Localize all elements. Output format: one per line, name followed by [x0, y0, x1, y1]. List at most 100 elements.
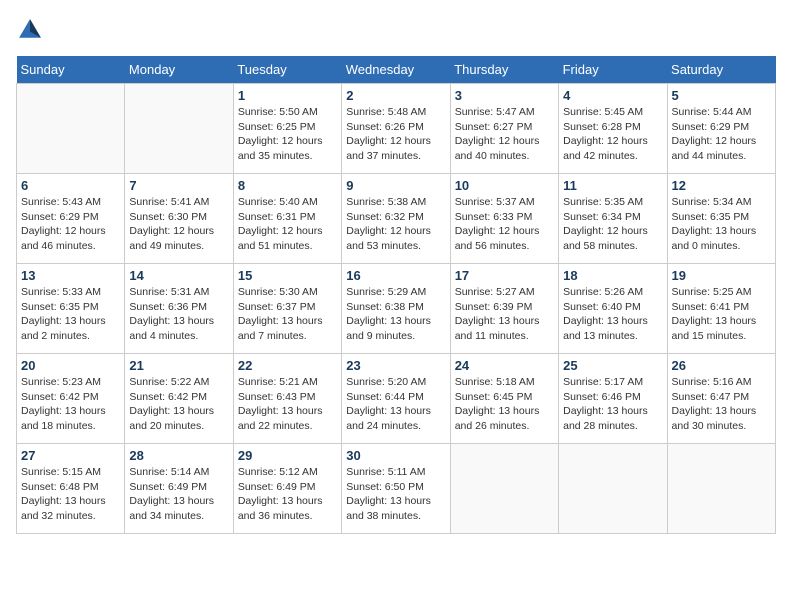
day-number: 25 — [563, 358, 662, 373]
day-header: Monday — [125, 56, 233, 84]
day-number: 9 — [346, 178, 445, 193]
calendar-day-cell: 4Sunrise: 5:45 AMSunset: 6:28 PMDaylight… — [559, 84, 667, 174]
day-number: 29 — [238, 448, 337, 463]
day-info: Sunrise: 5:16 AMSunset: 6:47 PMDaylight:… — [672, 375, 771, 434]
day-info: Sunrise: 5:15 AMSunset: 6:48 PMDaylight:… — [21, 465, 120, 524]
day-number: 2 — [346, 88, 445, 103]
day-info: Sunrise: 5:33 AMSunset: 6:35 PMDaylight:… — [21, 285, 120, 344]
calendar-day-cell: 20 Sunrise: 5:23 AMSunset: 6:42 PMDayligh… — [17, 354, 125, 444]
day-number: 24 — [455, 358, 554, 373]
day-info: Sunrise: 5:11 AMSunset: 6:50 PMDaylight:… — [346, 465, 445, 524]
day-header: Saturday — [667, 56, 775, 84]
day-info: Sunrise: 5:25 AMSunset: 6:41 PMDaylight:… — [672, 285, 771, 344]
day-number: 17 — [455, 268, 554, 283]
calendar-day-cell: 23 Sunrise: 5:20 AMSunset: 6:44 PMDayligh… — [342, 354, 450, 444]
day-header: Tuesday — [233, 56, 341, 84]
day-number: 3 — [455, 88, 554, 103]
day-info: Sunrise: 5:30 AMSunset: 6:37 PMDaylight:… — [238, 285, 337, 344]
day-number: 11 — [563, 178, 662, 193]
calendar-day-cell: 13 Sunrise: 5:33 AMSunset: 6:35 PMDayligh… — [17, 264, 125, 354]
day-info: Sunrise: 5:21 AMSunset: 6:43 PMDaylight:… — [238, 375, 337, 434]
calendar-week-row: 6Sunrise: 5:43 AMSunset: 6:29 PMDaylight… — [17, 174, 776, 264]
day-info: Sunrise: 5:48 AMSunset: 6:26 PMDaylight:… — [346, 105, 445, 164]
day-info: Sunrise: 5:31 AMSunset: 6:36 PMDaylight:… — [129, 285, 228, 344]
day-number: 4 — [563, 88, 662, 103]
day-info: Sunrise: 5:38 AMSunset: 6:32 PMDaylight:… — [346, 195, 445, 254]
day-header: Thursday — [450, 56, 558, 84]
day-info: Sunrise: 5:50 AMSunset: 6:25 PMDaylight:… — [238, 105, 337, 164]
day-number: 15 — [238, 268, 337, 283]
calendar-day-cell: 12 Sunrise: 5:34 AMSunset: 6:35 PMDayligh… — [667, 174, 775, 264]
day-number: 27 — [21, 448, 120, 463]
day-number: 18 — [563, 268, 662, 283]
day-number: 23 — [346, 358, 445, 373]
day-info: Sunrise: 5:34 AMSunset: 6:35 PMDaylight:… — [672, 195, 771, 254]
calendar-week-row: 20 Sunrise: 5:23 AMSunset: 6:42 PMDayligh… — [17, 354, 776, 444]
calendar-day-cell — [17, 84, 125, 174]
day-number: 21 — [129, 358, 228, 373]
calendar-day-cell — [450, 444, 558, 534]
calendar-day-cell: 11 Sunrise: 5:35 AMSunset: 6:34 PMDayligh… — [559, 174, 667, 264]
calendar-day-cell: 17 Sunrise: 5:27 AMSunset: 6:39 PMDayligh… — [450, 264, 558, 354]
calendar-day-cell: 27 Sunrise: 5:15 AMSunset: 6:48 PMDayligh… — [17, 444, 125, 534]
day-info: Sunrise: 5:27 AMSunset: 6:39 PMDaylight:… — [455, 285, 554, 344]
calendar-day-cell: 6Sunrise: 5:43 AMSunset: 6:29 PMDaylight… — [17, 174, 125, 264]
day-number: 13 — [21, 268, 120, 283]
calendar-week-row: 13 Sunrise: 5:33 AMSunset: 6:35 PMDayligh… — [17, 264, 776, 354]
calendar-day-cell — [125, 84, 233, 174]
calendar-day-cell: 25 Sunrise: 5:17 AMSunset: 6:46 PMDayligh… — [559, 354, 667, 444]
day-number: 19 — [672, 268, 771, 283]
day-info: Sunrise: 5:41 AMSunset: 6:30 PMDaylight:… — [129, 195, 228, 254]
day-number: 12 — [672, 178, 771, 193]
day-info: Sunrise: 5:22 AMSunset: 6:42 PMDaylight:… — [129, 375, 228, 434]
calendar-week-row: 27 Sunrise: 5:15 AMSunset: 6:48 PMDayligh… — [17, 444, 776, 534]
day-number: 14 — [129, 268, 228, 283]
day-info: Sunrise: 5:23 AMSunset: 6:42 PMDaylight:… — [21, 375, 120, 434]
calendar-day-cell: 18 Sunrise: 5:26 AMSunset: 6:40 PMDayligh… — [559, 264, 667, 354]
logo — [16, 16, 48, 44]
logo-icon — [16, 16, 44, 44]
calendar-day-cell: 16 Sunrise: 5:29 AMSunset: 6:38 PMDayligh… — [342, 264, 450, 354]
day-number: 22 — [238, 358, 337, 373]
calendar-day-cell: 9 Sunrise: 5:38 AMSunset: 6:32 PMDaylight… — [342, 174, 450, 264]
calendar-day-cell — [559, 444, 667, 534]
day-number: 8 — [238, 178, 337, 193]
day-number: 26 — [672, 358, 771, 373]
day-number: 28 — [129, 448, 228, 463]
calendar-day-cell: 1 Sunrise: 5:50 AMSunset: 6:25 PMDaylight… — [233, 84, 341, 174]
day-number: 7 — [129, 178, 228, 193]
day-info: Sunrise: 5:12 AMSunset: 6:49 PMDaylight:… — [238, 465, 337, 524]
day-info: Sunrise: 5:20 AMSunset: 6:44 PMDaylight:… — [346, 375, 445, 434]
calendar-day-cell: 10Sunrise: 5:37 AMSunset: 6:33 PMDayligh… — [450, 174, 558, 264]
day-info: Sunrise: 5:26 AMSunset: 6:40 PMDaylight:… — [563, 285, 662, 344]
day-info: Sunrise: 5:14 AMSunset: 6:49 PMDaylight:… — [129, 465, 228, 524]
day-number: 30 — [346, 448, 445, 463]
day-info: Sunrise: 5:37 AMSunset: 6:33 PMDaylight:… — [455, 195, 554, 254]
calendar-day-cell: 24 Sunrise: 5:18 AMSunset: 6:45 PMDayligh… — [450, 354, 558, 444]
day-number: 5 — [672, 88, 771, 103]
calendar-day-cell: 19 Sunrise: 5:25 AMSunset: 6:41 PMDayligh… — [667, 264, 775, 354]
calendar-day-cell: 15 Sunrise: 5:30 AMSunset: 6:37 PMDayligh… — [233, 264, 341, 354]
day-info: Sunrise: 5:43 AMSunset: 6:29 PMDaylight:… — [21, 195, 120, 254]
day-header: Sunday — [17, 56, 125, 84]
calendar-day-cell — [667, 444, 775, 534]
day-info: Sunrise: 5:47 AMSunset: 6:27 PMDaylight:… — [455, 105, 554, 164]
calendar-day-cell: 22 Sunrise: 5:21 AMSunset: 6:43 PMDayligh… — [233, 354, 341, 444]
day-number: 16 — [346, 268, 445, 283]
calendar-week-row: 1 Sunrise: 5:50 AMSunset: 6:25 PMDaylight… — [17, 84, 776, 174]
calendar-day-cell: 7 Sunrise: 5:41 AMSunset: 6:30 PMDaylight… — [125, 174, 233, 264]
calendar-day-cell: 30 Sunrise: 5:11 AMSunset: 6:50 PMDayligh… — [342, 444, 450, 534]
day-number: 20 — [21, 358, 120, 373]
day-info: Sunrise: 5:18 AMSunset: 6:45 PMDaylight:… — [455, 375, 554, 434]
day-number: 1 — [238, 88, 337, 103]
calendar-day-cell: 29 Sunrise: 5:12 AMSunset: 6:49 PMDayligh… — [233, 444, 341, 534]
calendar-header-row: SundayMondayTuesdayWednesdayThursdayFrid… — [17, 56, 776, 84]
day-header: Wednesday — [342, 56, 450, 84]
day-info: Sunrise: 5:35 AMSunset: 6:34 PMDaylight:… — [563, 195, 662, 254]
day-info: Sunrise: 5:29 AMSunset: 6:38 PMDaylight:… — [346, 285, 445, 344]
day-info: Sunrise: 5:17 AMSunset: 6:46 PMDaylight:… — [563, 375, 662, 434]
calendar-day-cell: 5 Sunrise: 5:44 AMSunset: 6:29 PMDaylight… — [667, 84, 775, 174]
day-info: Sunrise: 5:44 AMSunset: 6:29 PMDaylight:… — [672, 105, 771, 164]
day-info: Sunrise: 5:40 AMSunset: 6:31 PMDaylight:… — [238, 195, 337, 254]
calendar: SundayMondayTuesdayWednesdayThursdayFrid… — [16, 56, 776, 534]
